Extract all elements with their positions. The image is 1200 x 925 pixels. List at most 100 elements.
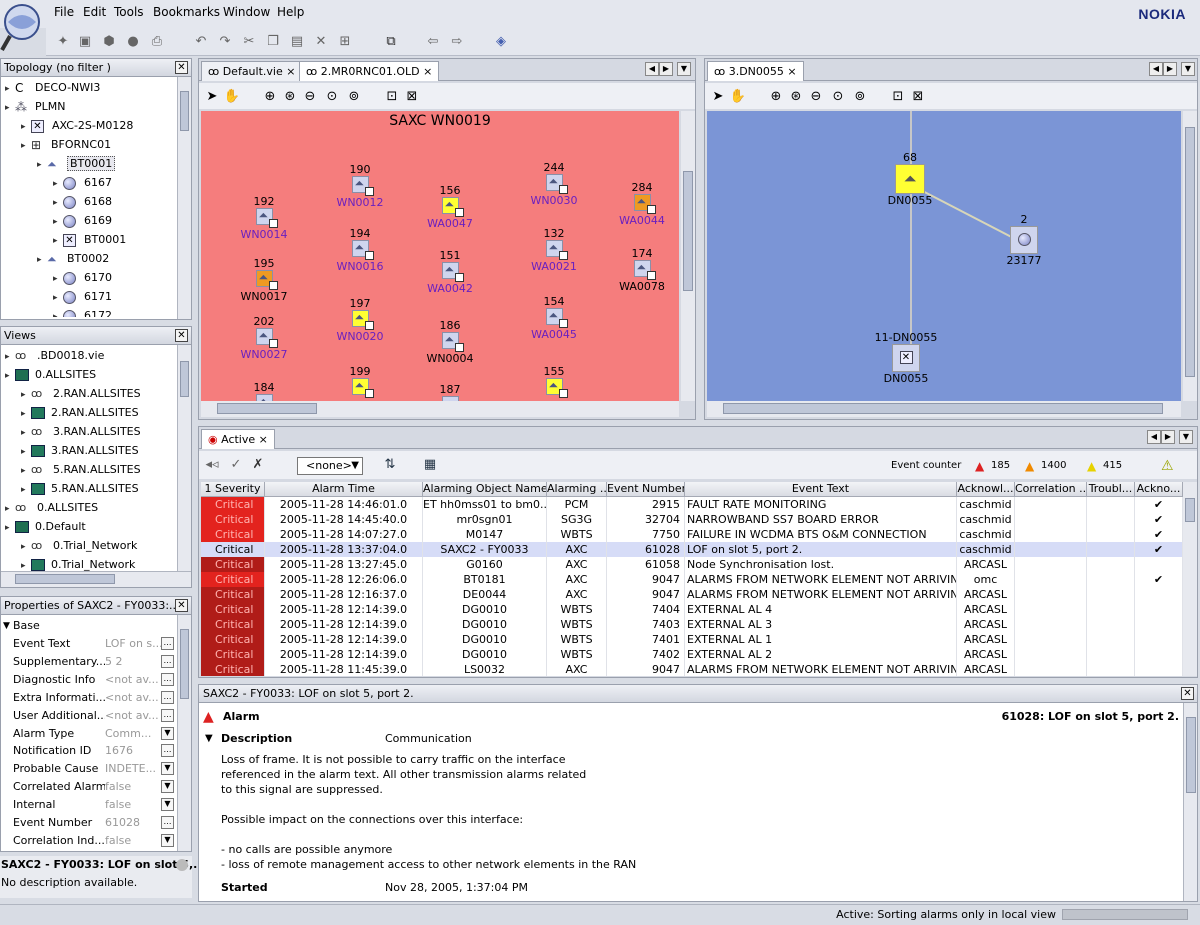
tree-item[interactable]: ▸ 6170 [1,269,112,287]
expand-icon[interactable]: ▸ [53,270,63,288]
paste-icon[interactable]: ▤ [288,33,306,51]
column-header[interactable]: 1 Severity [201,482,265,497]
views-scrollbar[interactable] [177,345,191,571]
expand-icon[interactable]: ▸ [21,557,31,571]
map-node[interactable]: 154 ⏶ WA0045 [519,295,589,341]
map-node[interactable]: 156 ⏶ WA0047 [415,184,485,230]
new-icon[interactable]: ✦ [54,33,72,51]
property-row[interactable]: Correlated Alarm false ▼ [1,778,177,796]
sort-icon[interactable]: ⇅ [381,456,399,474]
expand-icon[interactable]: ▸ [21,443,31,461]
tab-menu-icon[interactable]: ▼ [677,62,691,76]
zoom-fit-icon[interactable]: ⊙ [323,88,341,106]
record-icon[interactable]: ● [124,33,142,51]
tab-prev-icon[interactable]: ◀ [1147,430,1161,444]
column-header[interactable]: Alarming ... [547,482,607,497]
ellipsis-icon[interactable]: … [161,708,174,722]
zoom-region-icon[interactable]: ⊛ [281,88,299,106]
tree-item[interactable]: ▸ 3.RAN.ALLSITES [1,442,139,460]
chevron-down-icon[interactable]: ▼ [161,762,174,776]
tree-item[interactable]: ▸ 0.ALLSITES [1,366,96,384]
pointer-icon[interactable]: ➤ [709,88,727,106]
ellipsis-icon[interactable]: … [161,690,174,704]
tab-menu-icon[interactable]: ▼ [1179,430,1193,444]
topology-scrollbar[interactable] [177,77,191,319]
delete-icon[interactable]: ✕ [312,33,330,51]
properties-scrollbar[interactable] [177,615,191,851]
detail-scrollbar[interactable] [1183,703,1197,901]
tree-item[interactable]: ▸ 0.Trial_Network [1,556,135,571]
tab-menu-icon[interactable]: ▼ [1181,62,1195,76]
ellipsis-icon[interactable]: … [161,816,174,829]
window-icon[interactable]: ⧉ [382,33,400,51]
expand-icon[interactable]: ▸ [21,137,31,155]
map-node[interactable]: 244 ⏶ WN0030 [519,161,589,207]
table-row[interactable]: Critical 2005-11-28 13:27:45.0 G0160 AXC 610… [201,557,1183,572]
tree-item[interactable]: ▸ ✕ AXC-2S-M0128 [1,117,133,135]
property-row[interactable]: Probable Cause INDETE... ▼ [1,760,177,778]
map-node[interactable]: 192 ⏶ WN0014 [229,195,299,241]
map-node[interactable]: 195 ⏶ WN0017 [229,257,299,303]
hand-icon[interactable]: ✋ [223,88,241,106]
column-header[interactable]: Alarming Object Name [423,482,547,497]
menu-tools[interactable]: Tools [114,5,144,19]
tree-item[interactable]: ▸ ꝏ 0.ALLSITES [1,499,98,517]
map2-vscrollbar[interactable] [1183,111,1197,401]
expand-icon[interactable]: ▸ [5,500,15,518]
properties-section[interactable]: ▼ Base [1,617,177,635]
tab-default-vie[interactable]: ꝏ Default.vie × [201,61,303,81]
table-row[interactable]: Critical 2005-11-28 14:46:01.0 ET hh0mss01… [201,497,1183,512]
zoom-in-icon[interactable]: ⊕ [261,88,279,106]
map-node[interactable]: 187⏶ [415,383,485,401]
zoom-region-icon[interactable]: ⊛ [787,88,805,106]
expand-icon[interactable]: ▸ [53,232,63,250]
map-node[interactable]: 202 ⏶ WN0027 [229,315,299,361]
fit-window-icon[interactable]: ⊠ [403,88,421,106]
tree-item[interactable]: ▸ 6168 [1,193,112,211]
tree-item[interactable]: ▸ ⏶ BT0001 [1,155,116,174]
property-row[interactable]: Supplementary... 5 2… [1,653,177,671]
description-row[interactable]: ▼ Description Communication [203,731,603,749]
expand-icon[interactable]: ▸ [53,308,63,317]
acknowledge-icon[interactable]: ✓ [227,456,245,474]
map2-canvas[interactable]: 68 ⏶ DN0055 2 23177 11-DN0055 ✕ DN0055 [707,111,1181,401]
property-row[interactable]: Event Number 61028… [1,814,177,832]
tree-item[interactable]: ▸ 0.Default [1,518,86,536]
property-row[interactable]: User Additional... <not av...… [1,707,177,725]
tree-item[interactable]: ▸ ⏶ BT0002 [1,250,109,268]
stop-icon[interactable]: ⬢ [100,33,118,51]
menu-help[interactable]: Help [277,5,304,19]
ellipsis-icon[interactable]: … [161,654,174,668]
expand-icon[interactable]: ▸ [37,156,47,174]
close-icon[interactable]: × [423,65,432,78]
print-icon[interactable]: ⎙ [148,33,166,51]
layout-icon[interactable]: ⊡ [383,88,401,106]
zoom-out-icon[interactable]: ⊖ [301,88,319,106]
map2-hscrollbar[interactable] [707,401,1181,417]
expand-icon[interactable]: ▸ [5,348,15,366]
tree-item[interactable]: ▸ ꝏ 2.RAN.ALLSITES [1,385,141,403]
select-all-icon[interactable]: ⊞ [336,33,354,51]
tab-prev-icon[interactable]: ◀ [645,62,659,76]
tab-next-icon[interactable]: ▶ [659,62,673,76]
mute-icon[interactable]: ◂◃ [203,456,221,474]
zoom-out-icon[interactable]: ⊖ [807,88,825,106]
pointer-icon[interactable]: ➤ [203,88,221,106]
table-row[interactable]: Critical 2005-11-28 12:14:39.0 DG0010 WBTS 7… [201,647,1183,662]
property-row[interactable]: Diagnostic Info <not av...… [1,671,177,689]
close-icon[interactable]: × [259,433,268,446]
save-icon[interactable]: ▣ [76,33,94,51]
table-icon[interactable]: ▦ [421,456,439,474]
chevron-down-icon[interactable]: ▼ [161,780,174,794]
fit-window-icon[interactable]: ⊠ [909,88,927,106]
expand-icon[interactable]: ▸ [21,424,31,442]
expand-icon[interactable]: ▸ [21,118,31,136]
tab-prev-icon[interactable]: ◀ [1149,62,1163,76]
map-node[interactable]: 197 ⏶ WN0020 [325,297,395,343]
chevron-down-icon[interactable]: ▼ [161,798,174,812]
bookmark-icon[interactable]: ◈ [492,33,510,51]
column-header[interactable]: Ackno... [1135,482,1183,497]
chevron-down-icon[interactable]: ▼ [161,833,174,847]
property-row[interactable]: Extra Informati... <not av...… [1,689,177,707]
zoom-in-icon[interactable]: ⊕ [767,88,785,106]
